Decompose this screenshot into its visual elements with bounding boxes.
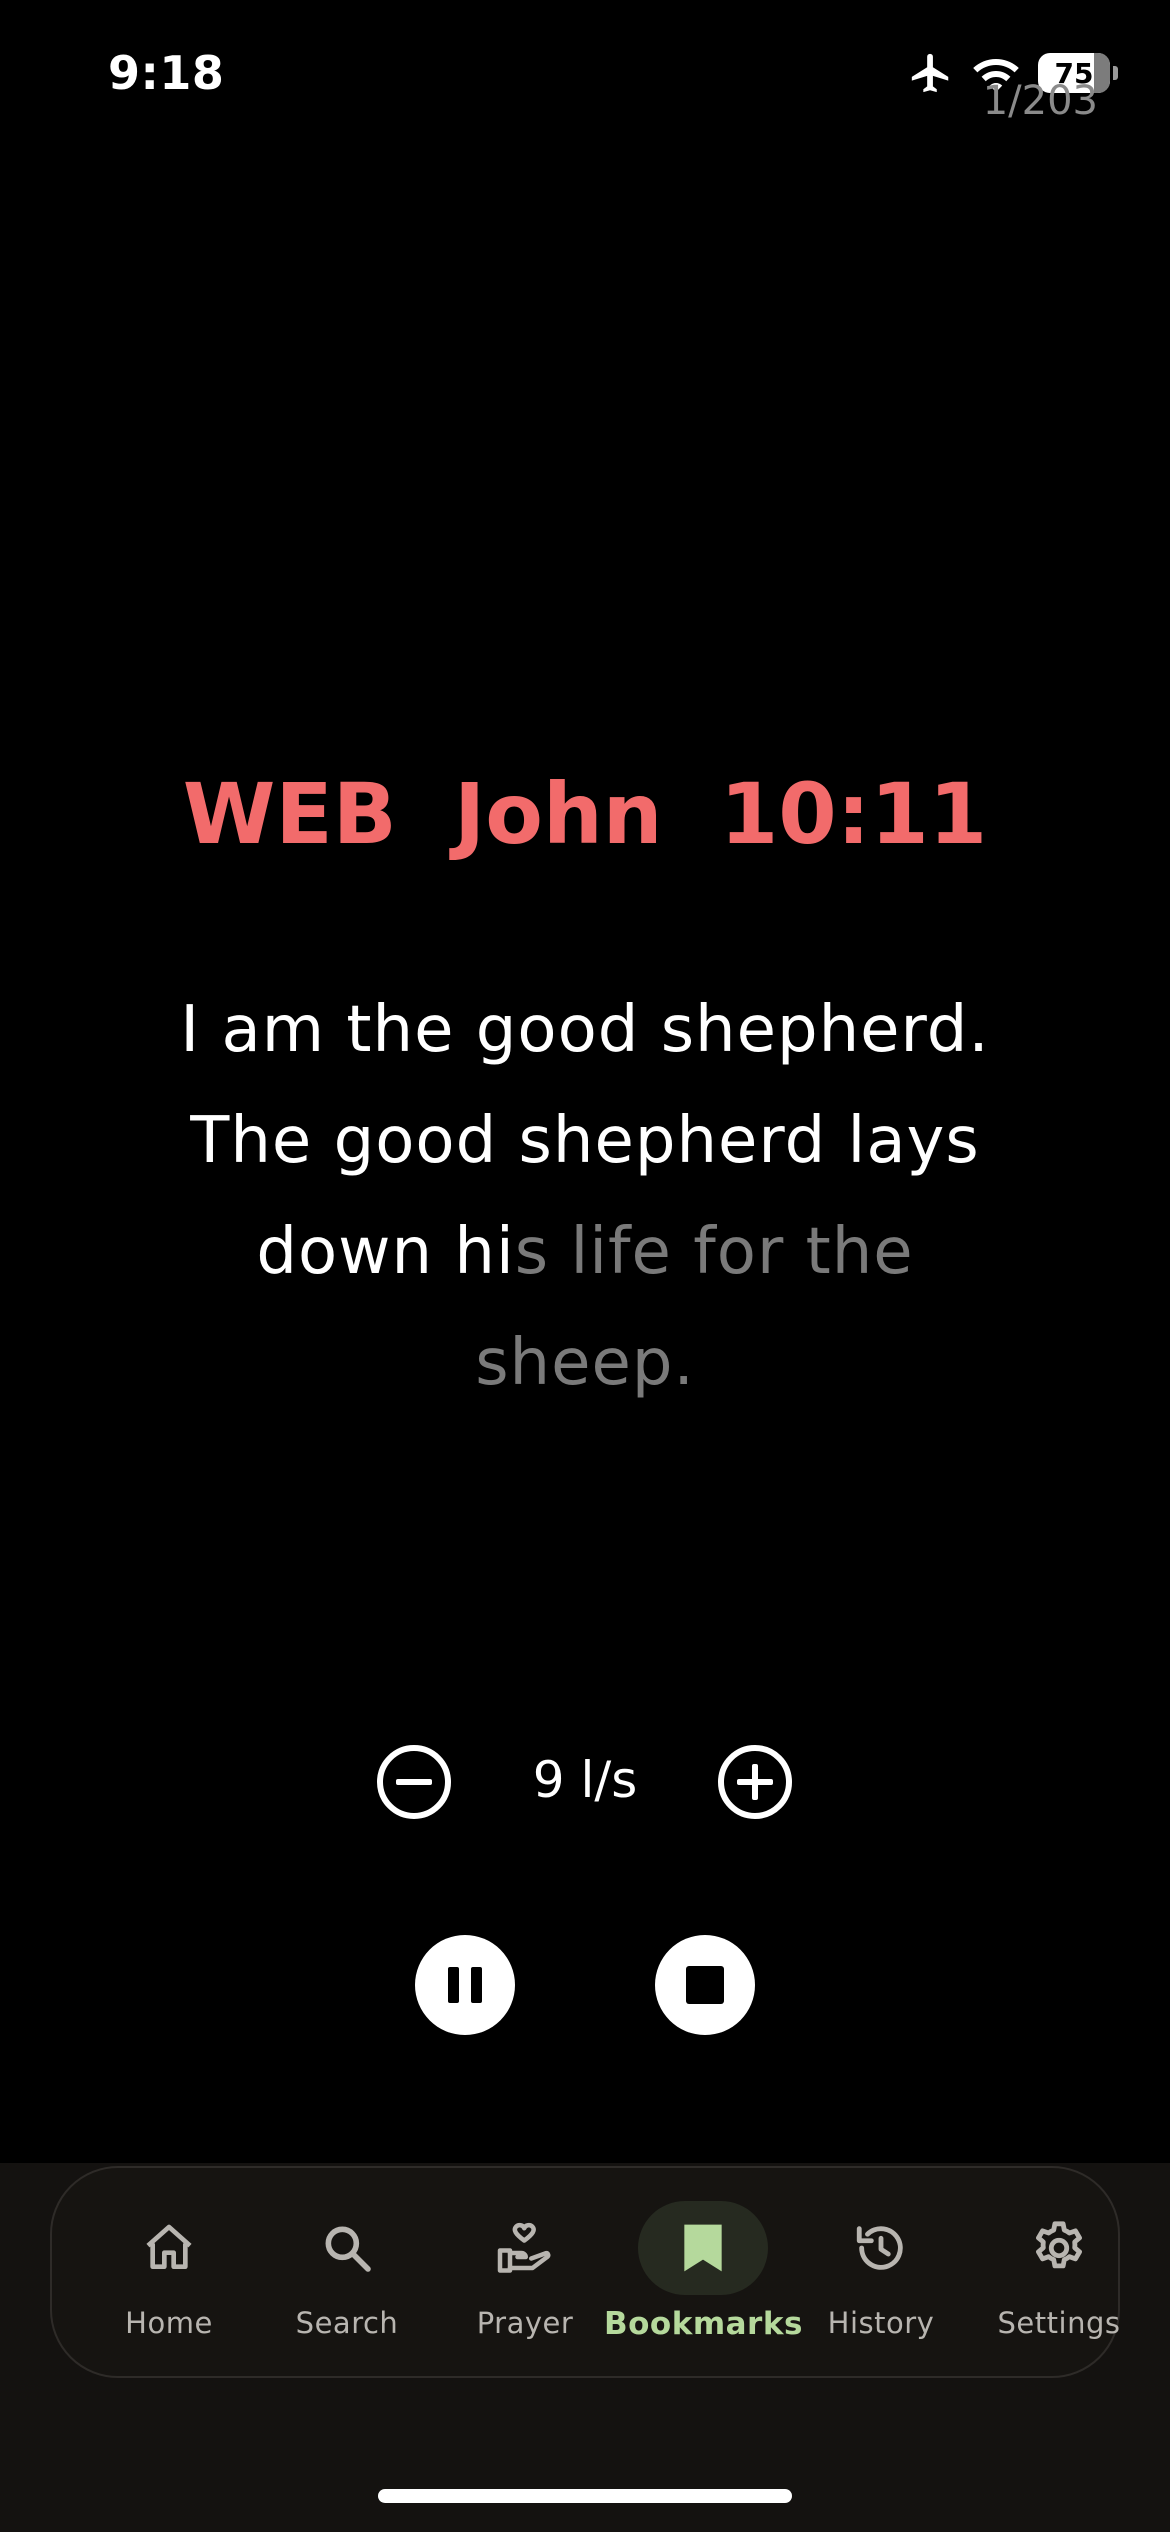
bookmark-icon — [684, 2224, 722, 2272]
nav-item-history[interactable]: History — [792, 2168, 970, 2380]
gear-icon — [1036, 2221, 1082, 2269]
home-indicator[interactable] — [378, 2489, 792, 2503]
history-icon — [856, 2226, 903, 2270]
minus-circle-icon[interactable] — [377, 1745, 451, 1819]
nav-item-home[interactable]: Home — [80, 2168, 258, 2380]
nav-item-prayer[interactable]: Prayer — [436, 2168, 614, 2380]
plus-circle-icon[interactable] — [718, 1745, 792, 1819]
stop-icon — [686, 1966, 724, 2004]
nav-label-search: Search — [295, 2306, 399, 2340]
status-time: 9:18 — [108, 46, 225, 100]
nav-label-home: Home — [125, 2306, 213, 2340]
nav-label-settings: Settings — [997, 2306, 1121, 2340]
verse-text: I am the good shepherd. The good shepher… — [140, 975, 1030, 1419]
nav-item-search[interactable]: Search — [258, 2168, 436, 2380]
nav-item-bookmarks[interactable]: Bookmarks — [604, 2168, 802, 2380]
speed-control: 9 l/s — [0, 1745, 1170, 1820]
airplane-icon — [911, 53, 949, 93]
pause-button[interactable] — [415, 1935, 515, 2035]
nav-label-history: History — [827, 2306, 935, 2340]
speed-value: 9 l/s — [532, 1751, 638, 1809]
search-icon — [325, 2226, 371, 2272]
bottom-navigation: Home Search Prayer Bookmarks History Set… — [50, 2166, 1120, 2378]
home-icon — [146, 2224, 192, 2269]
nav-label-bookmarks: Bookmarks — [604, 2306, 803, 2342]
nav-label-prayer: Prayer — [476, 2306, 574, 2340]
battery-level: 75 — [1054, 56, 1094, 90]
reference-label: John 10:11 — [454, 765, 988, 863]
prayer-hand-heart-icon — [497, 2222, 551, 2273]
translation-label: WEB — [182, 765, 397, 863]
pause-icon — [448, 1967, 459, 2003]
screen: 9:18 75 1/203 WEB John 10:11 I am the go… — [0, 0, 1170, 2532]
pause-icon-bar — [471, 1967, 482, 2003]
verse-unread-text: s life for the sheep. — [475, 1215, 914, 1400]
nav-item-settings[interactable]: Settings — [970, 2168, 1148, 2380]
verse-reference: WEB John 10:11 — [0, 765, 1170, 863]
stop-button[interactable] — [655, 1935, 755, 2035]
